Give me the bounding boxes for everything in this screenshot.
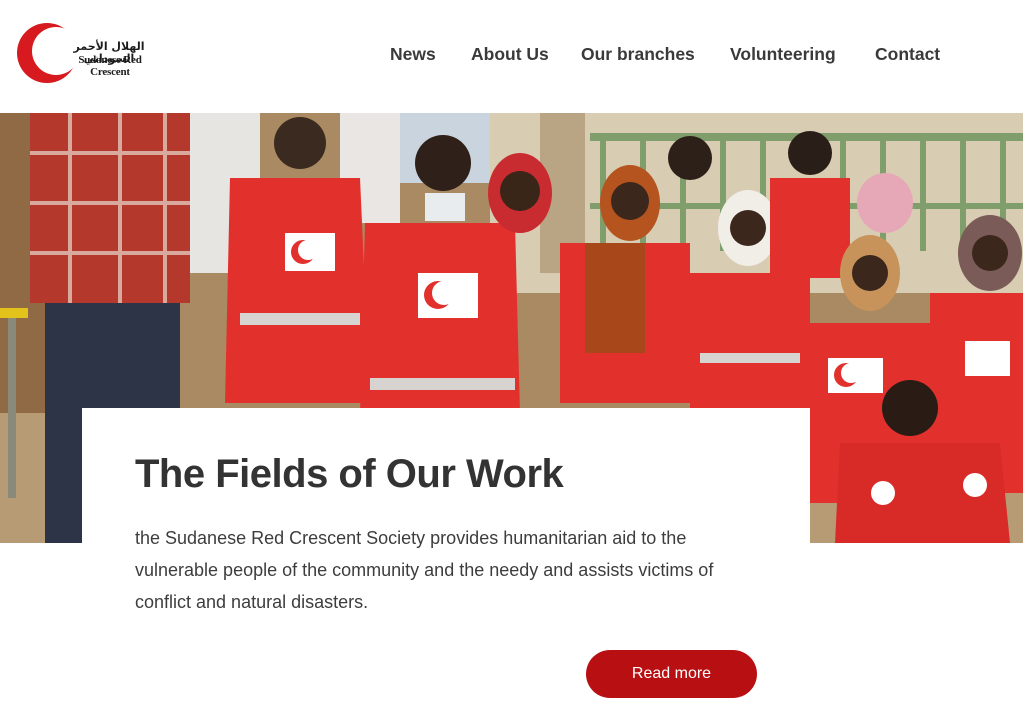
fields-of-work-card: The Fields of Our Work the Sudanese Red … [82, 408, 810, 728]
read-more-button[interactable]: Read more [586, 650, 757, 698]
nav-item-about-us[interactable]: About Us [471, 44, 549, 65]
nav-item-our-branches[interactable]: Our branches [581, 44, 695, 65]
site-header: الهلال الأحمر السوداني Sudanese Red Cres… [0, 0, 1023, 113]
nav-item-volunteering[interactable]: Volunteering [730, 44, 836, 65]
nav-item-contact[interactable]: Contact [875, 44, 940, 65]
card-description: the Sudanese Red Crescent Society provid… [135, 528, 714, 612]
card-title: The Fields of Our Work [135, 452, 564, 496]
nav-item-news[interactable]: News [390, 44, 436, 65]
logo[interactable]: الهلال الأحمر السوداني Sudanese Red Cres… [16, 22, 145, 84]
logo-english-name: Sudanese Red Crescent [78, 54, 142, 78]
